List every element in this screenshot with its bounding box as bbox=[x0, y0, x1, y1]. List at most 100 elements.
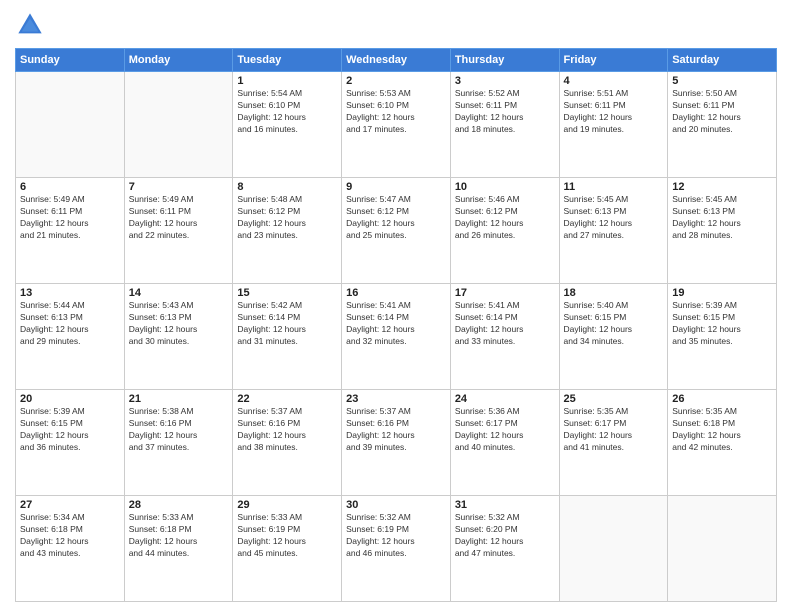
calendar-cell: 26Sunrise: 5:35 AM Sunset: 6:18 PM Dayli… bbox=[668, 390, 777, 496]
weekday-header-friday: Friday bbox=[559, 49, 668, 72]
calendar-cell: 28Sunrise: 5:33 AM Sunset: 6:18 PM Dayli… bbox=[124, 496, 233, 602]
calendar-cell: 21Sunrise: 5:38 AM Sunset: 6:16 PM Dayli… bbox=[124, 390, 233, 496]
day-number: 4 bbox=[564, 75, 664, 87]
calendar-cell: 31Sunrise: 5:32 AM Sunset: 6:20 PM Dayli… bbox=[450, 496, 559, 602]
calendar-cell: 6Sunrise: 5:49 AM Sunset: 6:11 PM Daylig… bbox=[16, 178, 125, 284]
cell-info: Sunrise: 5:37 AM Sunset: 6:16 PM Dayligh… bbox=[346, 406, 446, 454]
day-number: 13 bbox=[20, 287, 120, 299]
day-number: 11 bbox=[564, 181, 664, 193]
calendar-cell bbox=[124, 72, 233, 178]
calendar-cell: 24Sunrise: 5:36 AM Sunset: 6:17 PM Dayli… bbox=[450, 390, 559, 496]
day-number: 9 bbox=[346, 181, 446, 193]
week-row-5: 27Sunrise: 5:34 AM Sunset: 6:18 PM Dayli… bbox=[16, 496, 777, 602]
calendar: SundayMondayTuesdayWednesdayThursdayFrid… bbox=[15, 48, 777, 602]
day-number: 8 bbox=[237, 181, 337, 193]
calendar-cell: 15Sunrise: 5:42 AM Sunset: 6:14 PM Dayli… bbox=[233, 284, 342, 390]
day-number: 3 bbox=[455, 75, 555, 87]
calendar-cell: 29Sunrise: 5:33 AM Sunset: 6:19 PM Dayli… bbox=[233, 496, 342, 602]
logo bbox=[15, 10, 49, 40]
day-number: 2 bbox=[346, 75, 446, 87]
cell-info: Sunrise: 5:50 AM Sunset: 6:11 PM Dayligh… bbox=[672, 88, 772, 136]
calendar-cell: 22Sunrise: 5:37 AM Sunset: 6:16 PM Dayli… bbox=[233, 390, 342, 496]
weekday-header-monday: Monday bbox=[124, 49, 233, 72]
calendar-cell: 9Sunrise: 5:47 AM Sunset: 6:12 PM Daylig… bbox=[342, 178, 451, 284]
week-row-3: 13Sunrise: 5:44 AM Sunset: 6:13 PM Dayli… bbox=[16, 284, 777, 390]
calendar-cell: 12Sunrise: 5:45 AM Sunset: 6:13 PM Dayli… bbox=[668, 178, 777, 284]
week-row-1: 1Sunrise: 5:54 AM Sunset: 6:10 PM Daylig… bbox=[16, 72, 777, 178]
weekday-header-row: SundayMondayTuesdayWednesdayThursdayFrid… bbox=[16, 49, 777, 72]
cell-info: Sunrise: 5:43 AM Sunset: 6:13 PM Dayligh… bbox=[129, 300, 229, 348]
weekday-header-thursday: Thursday bbox=[450, 49, 559, 72]
day-number: 27 bbox=[20, 499, 120, 511]
logo-icon bbox=[15, 10, 45, 40]
cell-info: Sunrise: 5:44 AM Sunset: 6:13 PM Dayligh… bbox=[20, 300, 120, 348]
day-number: 23 bbox=[346, 393, 446, 405]
day-number: 25 bbox=[564, 393, 664, 405]
cell-info: Sunrise: 5:39 AM Sunset: 6:15 PM Dayligh… bbox=[672, 300, 772, 348]
cell-info: Sunrise: 5:37 AM Sunset: 6:16 PM Dayligh… bbox=[237, 406, 337, 454]
day-number: 14 bbox=[129, 287, 229, 299]
day-number: 29 bbox=[237, 499, 337, 511]
page: SundayMondayTuesdayWednesdayThursdayFrid… bbox=[0, 0, 792, 612]
cell-info: Sunrise: 5:53 AM Sunset: 6:10 PM Dayligh… bbox=[346, 88, 446, 136]
cell-info: Sunrise: 5:33 AM Sunset: 6:19 PM Dayligh… bbox=[237, 512, 337, 560]
weekday-header-tuesday: Tuesday bbox=[233, 49, 342, 72]
calendar-cell: 4Sunrise: 5:51 AM Sunset: 6:11 PM Daylig… bbox=[559, 72, 668, 178]
cell-info: Sunrise: 5:47 AM Sunset: 6:12 PM Dayligh… bbox=[346, 194, 446, 242]
calendar-cell: 3Sunrise: 5:52 AM Sunset: 6:11 PM Daylig… bbox=[450, 72, 559, 178]
week-row-4: 20Sunrise: 5:39 AM Sunset: 6:15 PM Dayli… bbox=[16, 390, 777, 496]
calendar-cell: 20Sunrise: 5:39 AM Sunset: 6:15 PM Dayli… bbox=[16, 390, 125, 496]
day-number: 10 bbox=[455, 181, 555, 193]
day-number: 28 bbox=[129, 499, 229, 511]
day-number: 1 bbox=[237, 75, 337, 87]
calendar-cell: 17Sunrise: 5:41 AM Sunset: 6:14 PM Dayli… bbox=[450, 284, 559, 390]
calendar-cell: 30Sunrise: 5:32 AM Sunset: 6:19 PM Dayli… bbox=[342, 496, 451, 602]
cell-info: Sunrise: 5:48 AM Sunset: 6:12 PM Dayligh… bbox=[237, 194, 337, 242]
day-number: 16 bbox=[346, 287, 446, 299]
cell-info: Sunrise: 5:52 AM Sunset: 6:11 PM Dayligh… bbox=[455, 88, 555, 136]
day-number: 24 bbox=[455, 393, 555, 405]
calendar-cell: 16Sunrise: 5:41 AM Sunset: 6:14 PM Dayli… bbox=[342, 284, 451, 390]
day-number: 6 bbox=[20, 181, 120, 193]
day-number: 21 bbox=[129, 393, 229, 405]
cell-info: Sunrise: 5:45 AM Sunset: 6:13 PM Dayligh… bbox=[672, 194, 772, 242]
day-number: 5 bbox=[672, 75, 772, 87]
calendar-cell bbox=[668, 496, 777, 602]
day-number: 31 bbox=[455, 499, 555, 511]
calendar-cell: 11Sunrise: 5:45 AM Sunset: 6:13 PM Dayli… bbox=[559, 178, 668, 284]
week-row-2: 6 Sunrise: 5:49 AM Sunset: 6:11 PM Daylig… bbox=[16, 178, 777, 284]
cell-info: Sunrise: 5:54 AM Sunset: 6:10 PM Dayligh… bbox=[237, 88, 337, 136]
cell-info: Sunrise: 5:41 AM Sunset: 6:14 PM Dayligh… bbox=[346, 300, 446, 348]
cell-info: Sunrise: 5:41 AM Sunset: 6:14 PM Dayligh… bbox=[455, 300, 555, 348]
calendar-cell: 1Sunrise: 5:54 AM Sunset: 6:10 PM Daylig… bbox=[233, 72, 342, 178]
day-number: 7 bbox=[129, 181, 229, 193]
day-number: 18 bbox=[564, 287, 664, 299]
weekday-header-sunday: Sunday bbox=[16, 49, 125, 72]
day-number: 12 bbox=[672, 181, 772, 193]
calendar-cell bbox=[16, 72, 125, 178]
calendar-cell: 2Sunrise: 5:53 AM Sunset: 6:10 PM Daylig… bbox=[342, 72, 451, 178]
calendar-cell: 5Sunrise: 5:50 AM Sunset: 6:11 PM Daylig… bbox=[668, 72, 777, 178]
cell-info: Sunrise: 5:35 AM Sunset: 6:18 PM Dayligh… bbox=[672, 406, 772, 454]
cell-info: Sunrise: 5:34 AM Sunset: 6:18 PM Dayligh… bbox=[20, 512, 120, 560]
calendar-cell bbox=[559, 496, 668, 602]
calendar-cell: 8Sunrise: 5:48 AM Sunset: 6:12 PM Daylig… bbox=[233, 178, 342, 284]
header bbox=[15, 10, 777, 40]
calendar-cell: 19Sunrise: 5:39 AM Sunset: 6:15 PM Dayli… bbox=[668, 284, 777, 390]
cell-info: Sunrise: 5:42 AM Sunset: 6:14 PM Dayligh… bbox=[237, 300, 337, 348]
day-number: 30 bbox=[346, 499, 446, 511]
cell-info: Sunrise: 5:51 AM Sunset: 6:11 PM Dayligh… bbox=[564, 88, 664, 136]
cell-info: Sunrise: 5:45 AM Sunset: 6:13 PM Dayligh… bbox=[564, 194, 664, 242]
calendar-cell: 25Sunrise: 5:35 AM Sunset: 6:17 PM Dayli… bbox=[559, 390, 668, 496]
day-number: 15 bbox=[237, 287, 337, 299]
cell-info: Sunrise: 5:46 AM Sunset: 6:12 PM Dayligh… bbox=[455, 194, 555, 242]
calendar-cell: 14Sunrise: 5:43 AM Sunset: 6:13 PM Dayli… bbox=[124, 284, 233, 390]
day-number: 26 bbox=[672, 393, 772, 405]
weekday-header-saturday: Saturday bbox=[668, 49, 777, 72]
cell-info: Sunrise: 5:35 AM Sunset: 6:17 PM Dayligh… bbox=[564, 406, 664, 454]
calendar-cell: 7Sunrise: 5:49 AM Sunset: 6:11 PM Daylig… bbox=[124, 178, 233, 284]
cell-info: Sunrise: 5:38 AM Sunset: 6:16 PM Dayligh… bbox=[129, 406, 229, 454]
cell-info: Sunrise: 5:49 AM Sunset: 6:11 PM Dayligh… bbox=[129, 194, 229, 242]
calendar-cell: 10Sunrise: 5:46 AM Sunset: 6:12 PM Dayli… bbox=[450, 178, 559, 284]
cell-info: Sunrise: 5:40 AM Sunset: 6:15 PM Dayligh… bbox=[564, 300, 664, 348]
